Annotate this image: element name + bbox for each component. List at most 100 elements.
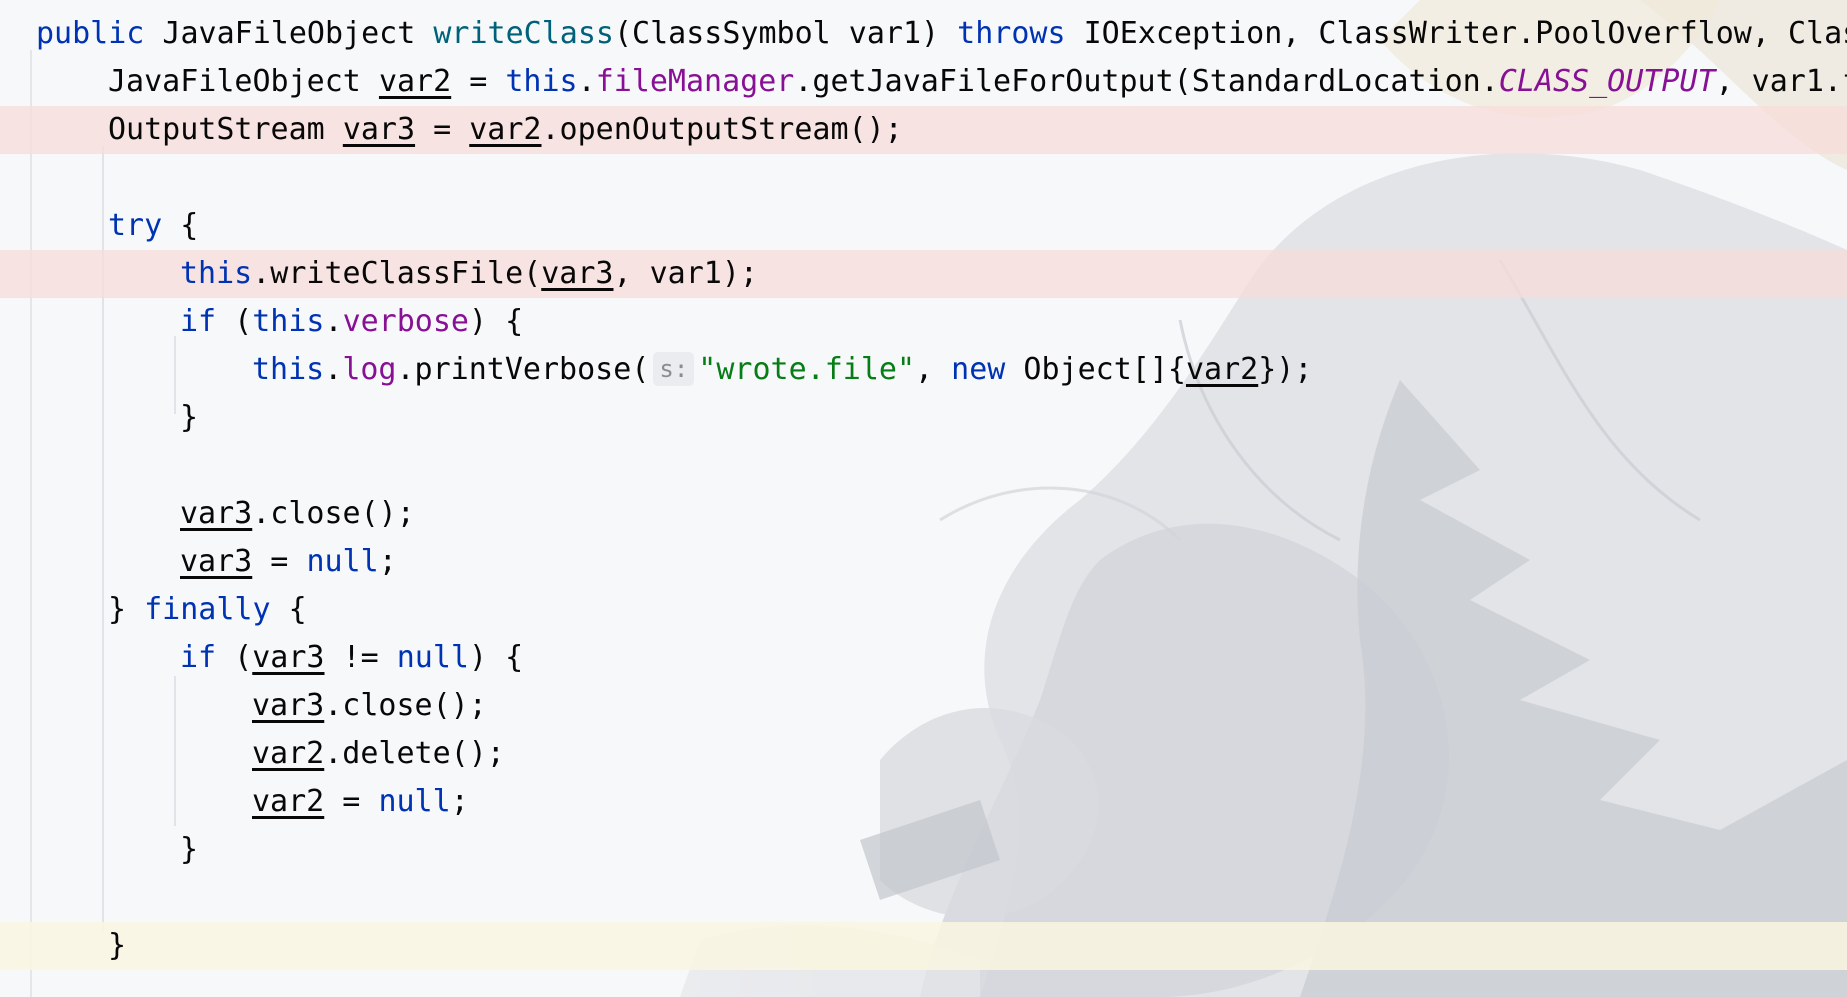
code-line-text: if (this.verbose) {: [180, 298, 523, 346]
code-line-text: }: [180, 394, 198, 442]
code-token: }: [108, 928, 127, 963]
variable-token: var2: [378, 64, 452, 99]
keyword-token: this: [252, 352, 325, 387]
code-line[interactable]: var3 = null;: [0, 538, 1847, 586]
code-token: ,: [915, 352, 952, 387]
code-line-text: var3.close();: [180, 490, 415, 538]
keyword-token: null: [378, 784, 451, 819]
code-token: Object[]{: [1005, 352, 1186, 387]
keyword-token: public: [36, 16, 145, 51]
code-line-text: if (var3 != null) {: [180, 634, 523, 682]
variable-token: var3: [342, 112, 416, 147]
code-token: }: [180, 832, 199, 867]
field-token: log: [342, 352, 397, 387]
code-token: ) {: [469, 640, 524, 675]
code-line[interactable]: this.log.printVerbose(s: "wrote.file", ne…: [0, 346, 1847, 394]
code-token: , var1);: [613, 256, 758, 291]
code-token: .: [577, 64, 596, 99]
code-line-text: public JavaFileObject writeClass(ClassSy…: [36, 10, 1847, 58]
code-line[interactable]: if (this.verbose) {: [0, 298, 1847, 346]
code-token: .close();: [324, 688, 487, 723]
code-line-text: var2 = null;: [252, 778, 469, 826]
code-token: ;: [378, 544, 397, 579]
keyword-token: new: [951, 352, 1006, 387]
code-line-caret-row[interactable]: }: [0, 922, 1847, 970]
code-token: OutputStream: [108, 112, 343, 147]
code-line[interactable]: JavaFileObject var2 = this.fileManager.g…: [0, 58, 1847, 106]
keyword-token: null: [396, 640, 469, 675]
code-token: .delete();: [324, 736, 505, 771]
code-token: =: [324, 784, 379, 819]
keyword-token: throws: [957, 16, 1066, 51]
code-token: .: [324, 304, 343, 339]
code-token: !=: [324, 640, 397, 675]
variable-token: var2: [252, 736, 325, 771]
keyword-token: if: [180, 304, 217, 339]
code-line-text: JavaFileObject var2 = this.fileManager.g…: [108, 58, 1847, 106]
code-token: {: [270, 592, 307, 627]
code-line-highlighted[interactable]: OutputStream var3 = var2.openOutputStrea…: [0, 106, 1847, 154]
keyword-token: if: [180, 640, 217, 675]
code-token: .writeClassFile(: [252, 256, 542, 291]
variable-token: var3: [541, 256, 614, 291]
variable-token: var3: [252, 640, 325, 675]
variable-token: var2: [469, 112, 542, 147]
variable-token: var2: [1185, 352, 1259, 387]
code-token: }: [180, 400, 199, 435]
code-token: (: [216, 304, 253, 339]
code-token: =: [451, 64, 506, 99]
code-token: .printVerbose(: [396, 352, 650, 387]
code-line[interactable]: } finally {: [0, 586, 1847, 634]
code-line-text: OutputStream var3 = var2.openOutputStrea…: [108, 106, 903, 154]
code-line-text: var3 = null;: [180, 538, 397, 586]
variable-token: var3: [180, 496, 253, 531]
code-token: .getJavaFileForOutput(StandardLocation.: [794, 64, 1499, 99]
code-line-text: this.writeClassFile(var3, var1);: [180, 250, 758, 298]
code-token: }: [108, 592, 145, 627]
string-literal-token: "wrote.file": [698, 352, 916, 387]
code-token: .openOutputStream();: [541, 112, 903, 147]
code-token: ) {: [469, 304, 524, 339]
variable-token: var3: [252, 688, 325, 723]
code-line[interactable]: if (var3 != null) {: [0, 634, 1847, 682]
code-token: , var1.f: [1715, 64, 1847, 99]
method-declaration-token: writeClass: [433, 16, 614, 51]
code-line[interactable]: try {: [0, 202, 1847, 250]
code-line[interactable]: var2.delete();: [0, 730, 1847, 778]
keyword-token: null: [306, 544, 379, 579]
keyword-token: try: [108, 208, 163, 243]
code-line-text: var2.delete();: [252, 730, 505, 778]
field-token: fileManager: [595, 64, 795, 99]
code-token: (: [216, 640, 253, 675]
code-token: IOException, ClassWriter.PoolOverflow, C…: [1065, 16, 1847, 51]
code-line-highlighted[interactable]: this.writeClassFile(var3, var1);: [0, 250, 1847, 298]
code-line[interactable]: var3.close();: [0, 490, 1847, 538]
code-line-text: var3.close();: [252, 682, 487, 730]
keyword-token: this: [180, 256, 253, 291]
code-token: JavaFileObject: [144, 16, 434, 51]
code-line-text: } finally {: [108, 586, 307, 634]
field-token: verbose: [342, 304, 469, 339]
code-line-text: try {: [108, 202, 198, 250]
code-token: .: [324, 352, 343, 387]
code-token: {: [162, 208, 199, 243]
code-token: .close();: [252, 496, 415, 531]
code-line-text: }: [180, 826, 198, 874]
code-token: =: [415, 112, 470, 147]
code-line[interactable]: var2 = null;: [0, 778, 1847, 826]
code-line[interactable]: var3.close();: [0, 682, 1847, 730]
parameter-name-hint: s:: [653, 352, 695, 386]
code-token: =: [252, 544, 307, 579]
code-line[interactable]: }: [0, 394, 1847, 442]
code-line[interactable]: }: [0, 826, 1847, 874]
code-line-text: this.log.printVerbose(s: "wrote.file", ne…: [252, 346, 1312, 394]
variable-token: var3: [180, 544, 253, 579]
code-line-text: }: [108, 922, 126, 970]
code-line[interactable]: public JavaFileObject writeClass(ClassSy…: [0, 10, 1847, 58]
code-token: ;: [450, 784, 469, 819]
code-token: JavaFileObject: [108, 64, 379, 99]
code-token: });: [1258, 352, 1313, 387]
code-token: (ClassSymbol var1): [613, 16, 958, 51]
code-editor[interactable]: public JavaFileObject writeClass(ClassSy…: [0, 0, 1847, 997]
keyword-token: this: [252, 304, 325, 339]
